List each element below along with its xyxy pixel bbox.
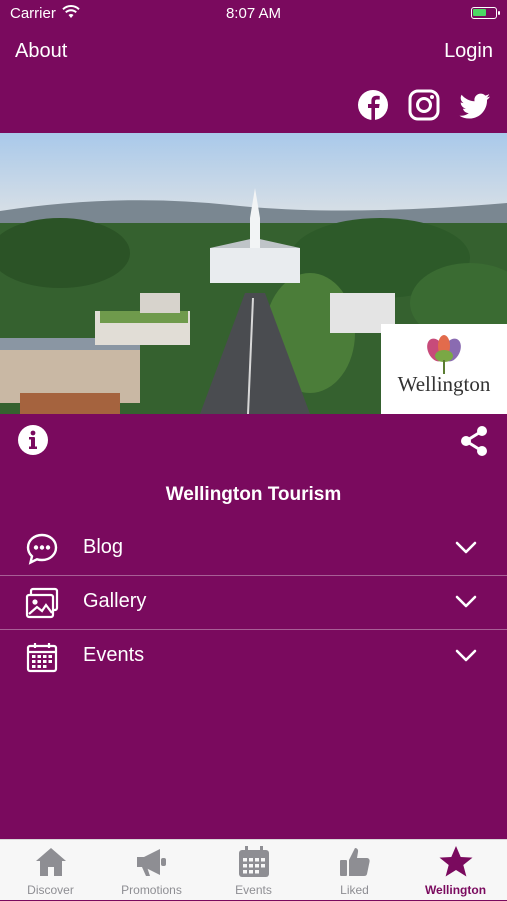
tab-label: Promotions (121, 883, 182, 897)
share-icon[interactable] (458, 424, 490, 458)
section-label: Gallery (83, 590, 147, 612)
megaphone-icon (137, 849, 166, 876)
section-label: Blog (83, 536, 124, 558)
chevron-down-icon (455, 541, 477, 554)
star-icon (439, 846, 473, 877)
section-events[interactable]: Events (0, 630, 507, 684)
chevron-down-icon (455, 649, 477, 662)
tab-promotions[interactable]: Promotions (101, 840, 202, 901)
tab-bar: Discover Promotions Events Liked Welling… (0, 839, 507, 900)
flower-logo-icon (427, 335, 461, 374)
section-gallery[interactable]: Gallery (0, 576, 507, 630)
tab-events[interactable]: Events (203, 840, 304, 901)
tab-liked[interactable]: Liked (304, 840, 405, 901)
logo-wordmark: Wellington (397, 372, 491, 396)
status-time: 8:07 AM (225, 5, 282, 22)
chat-icon (26, 533, 58, 565)
login-link[interactable]: Login (444, 40, 493, 63)
about-link[interactable]: About (15, 40, 67, 63)
info-icon[interactable] (17, 424, 49, 456)
twitter-icon[interactable] (458, 88, 492, 122)
tab-label: Wellington (424, 883, 487, 897)
wellington-logo: Wellington (381, 324, 507, 414)
tab-discover[interactable]: Discover (0, 840, 101, 901)
section-label: Events (83, 644, 145, 666)
facebook-icon[interactable] (356, 88, 390, 122)
calendar-icon (26, 643, 58, 673)
instagram-icon[interactable] (407, 88, 441, 122)
home-icon (36, 848, 66, 876)
tab-label: Events (235, 883, 272, 897)
chevron-down-icon (455, 595, 477, 608)
gallery-icon (25, 587, 59, 619)
status-bar: Carrier 8:07 AM (0, 0, 507, 28)
tab-label: Discover (27, 883, 74, 897)
section-blog[interactable]: Blog (0, 522, 507, 576)
tab-label: Liked (340, 883, 369, 897)
thumbs-up-icon (340, 848, 370, 876)
calendar-icon (239, 846, 269, 877)
battery-icon (471, 7, 500, 19)
page-title: Wellington Tourism (165, 484, 342, 505)
tab-wellington[interactable]: Wellington (405, 840, 506, 901)
